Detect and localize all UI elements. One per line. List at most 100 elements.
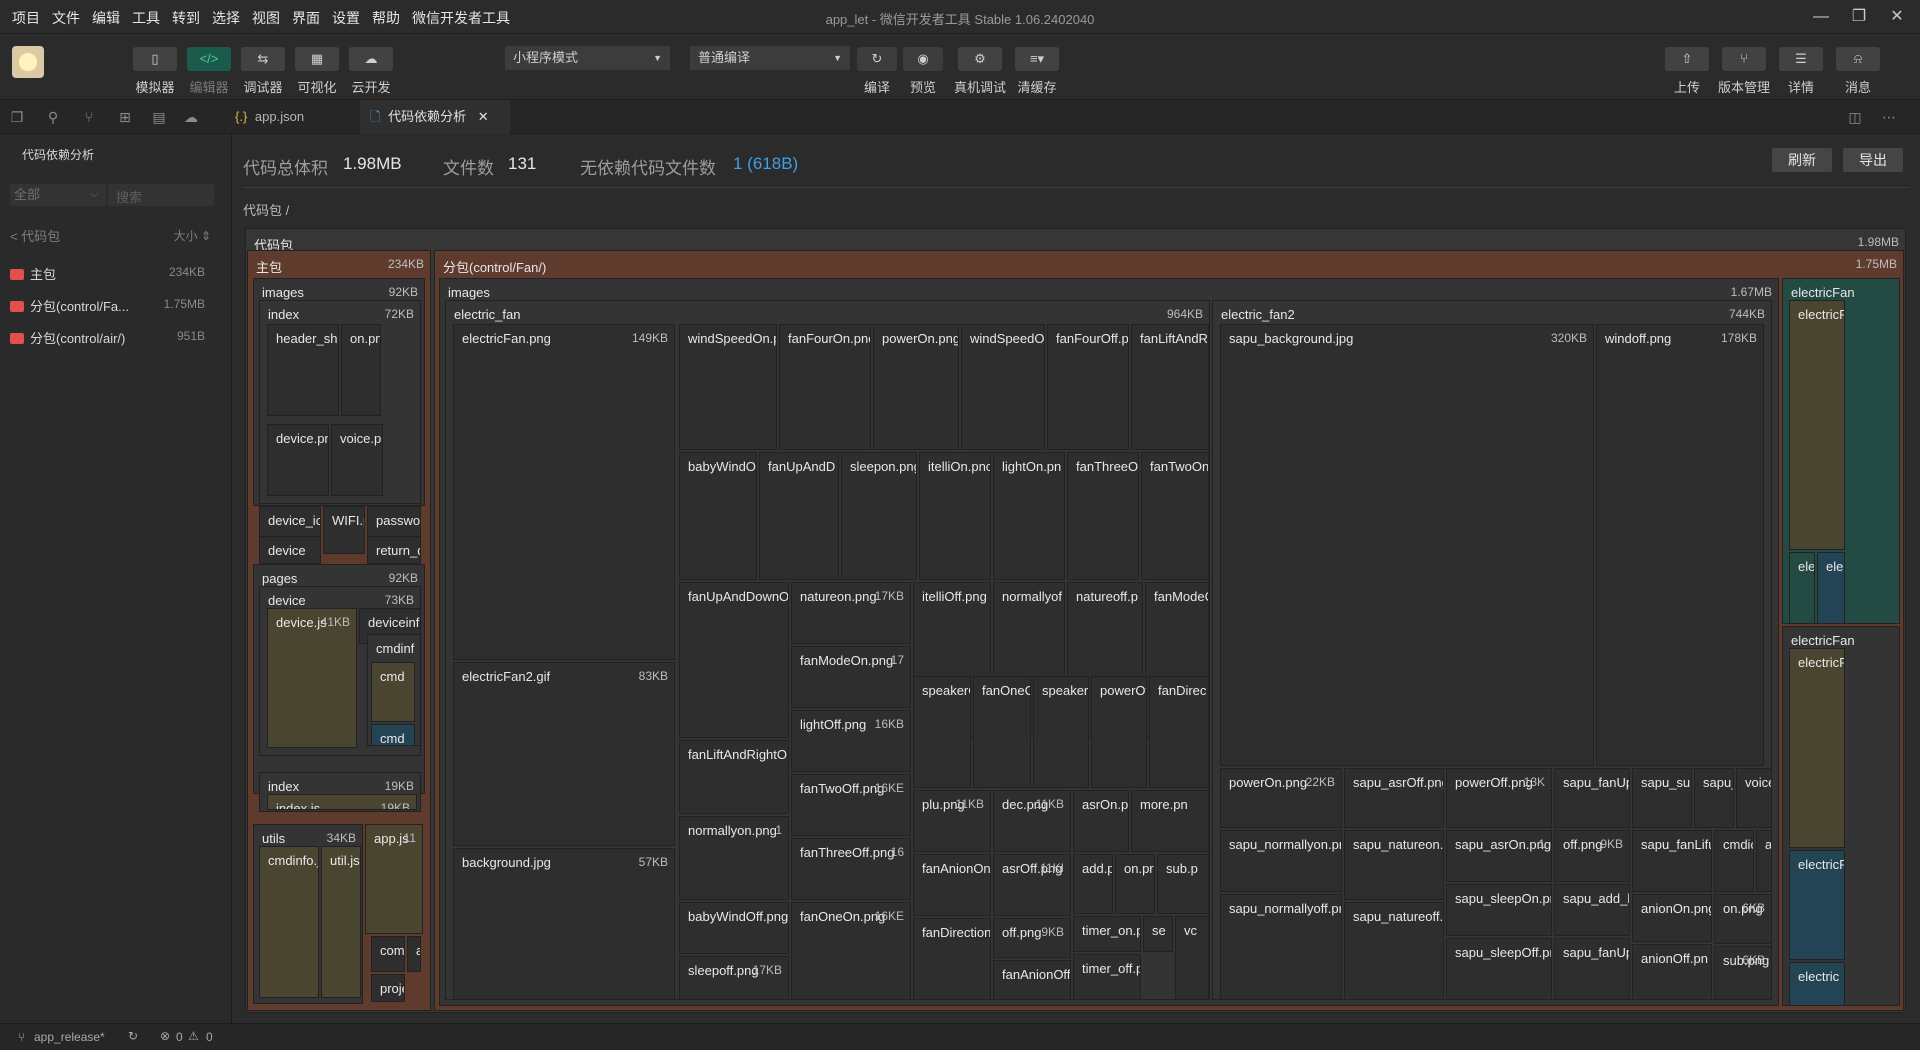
treemap-node[interactable]: sapu_su [1632, 768, 1692, 828]
menu-project[interactable]: 项目 [12, 8, 40, 28]
tab-code-dependency[interactable]: 🗋 代码依赖分析 ✕ [360, 100, 510, 134]
menu-select[interactable]: 选择 [212, 8, 240, 28]
treemap-node[interactable]: sapu_fanUp [1554, 938, 1630, 1000]
treemap-node[interactable]: add.p [1756, 830, 1772, 892]
treemap-node[interactable]: cmd [371, 724, 415, 746]
treemap-node[interactable]: fanAnionOn. [913, 854, 991, 916]
treemap-node[interactable]: lightOff.png 16KB [791, 710, 911, 772]
cloud-button[interactable]: ☁ [349, 47, 393, 71]
menu-edit[interactable]: 编辑 [92, 8, 120, 28]
treemap-node[interactable]: sapu_sleepOn.pn [1446, 884, 1552, 936]
treemap-node[interactable]: util.js [321, 846, 361, 998]
treemap-node[interactable]: anionOn.png [1632, 894, 1712, 942]
treemap-node[interactable]: asrOn.pn [1073, 790, 1129, 852]
git-icon[interactable]: ⑂ [80, 108, 98, 126]
treemap-node[interactable]: fanLiftAndRi [1131, 324, 1209, 450]
more-icon[interactable]: ⋯ [1880, 108, 1898, 126]
treemap-node[interactable]: device.png [267, 424, 329, 496]
treemap-node[interactable]: fanFourOn.pnc [779, 324, 871, 450]
save-icon[interactable]: ▤ [150, 108, 168, 126]
message-button[interactable]: ⍾ [1836, 47, 1880, 71]
version-button[interactable]: ⑂ [1722, 47, 1766, 71]
restore-icon[interactable]: ❐ [1844, 4, 1874, 30]
treemap-node[interactable]: fanModeOn.png 17 [791, 646, 911, 708]
treemap-node[interactable]: cmdicc [1714, 830, 1754, 892]
explorer-icon[interactable]: ❐ [8, 108, 26, 126]
menu-view[interactable]: 视图 [252, 8, 280, 28]
treemap-node[interactable]: windSpeedOn.p [679, 324, 777, 450]
treemap-node[interactable]: device.js 41KB [267, 608, 357, 748]
cloud-sync-icon[interactable]: ☁ [182, 108, 200, 126]
treemap-node[interactable]: WIFI.p [323, 506, 365, 554]
minimize-icon[interactable]: — [1806, 4, 1836, 30]
split-editor-icon[interactable]: ◫ [1846, 108, 1864, 126]
treemap-node[interactable]: asrOff.png 11KI [993, 854, 1071, 916]
sync-icon[interactable]: ↻ [128, 1029, 138, 1043]
sidebar-item-main-package[interactable]: 主包 [10, 264, 56, 283]
treemap-node[interactable]: fanDirection [913, 918, 991, 1000]
treemap-node[interactable]: sapu_fanUp [1554, 768, 1630, 828]
simulator-button[interactable]: ▯ [133, 47, 177, 71]
treemap-node[interactable]: elec [1789, 552, 1815, 624]
treemap-node[interactable]: timer_off.pr [1073, 954, 1141, 1000]
menu-tools[interactable]: 工具 [132, 8, 160, 28]
treemap-node[interactable]: powerOn.png 22KB [1220, 768, 1342, 828]
avatar[interactable] [12, 46, 44, 78]
treemap-node[interactable]: fanDirec [1149, 676, 1209, 788]
sidebar-item-subpackage-air[interactable]: 分包(control/air/) [10, 328, 125, 347]
treemap-node[interactable]: sapu_asrOff.png [1344, 768, 1444, 828]
treemap-node[interactable]: anionOff.pn [1632, 944, 1712, 1000]
treemap-node[interactable]: device [259, 536, 321, 564]
sidebar-item-subpackage-fan[interactable]: 分包(control/Fa... [10, 296, 129, 315]
treemap-node[interactable]: sapu_fai [1694, 768, 1734, 828]
treemap-node[interactable]: sapu_normallyoff.pr [1220, 894, 1342, 1000]
menu-help[interactable]: 帮助 [372, 8, 400, 28]
menu-wechat-devtools[interactable]: 微信开发者工具 [412, 8, 510, 28]
treemap-node[interactable]: sapu_sleepOff.pn [1446, 938, 1552, 1000]
menu-file[interactable]: 文件 [52, 8, 80, 28]
treemap-node[interactable]: sapu_normallyon.pr [1220, 830, 1342, 892]
refresh-button[interactable]: 刷新 [1772, 148, 1832, 172]
treemap-node[interactable]: natureon.png 17KB [791, 582, 911, 644]
treemap-node[interactable]: electricF [1789, 648, 1845, 848]
treemap-node[interactable]: index.js 19KB [267, 794, 417, 810]
search-icon[interactable]: ⚲ [44, 108, 62, 126]
treemap-node[interactable]: comp [371, 936, 405, 972]
no-dependency-value[interactable]: 1 (618B) [733, 154, 798, 174]
treemap-node[interactable]: sapu_asrOn.png 1 [1446, 830, 1552, 882]
breadcrumb[interactable]: 代码包 / [243, 200, 289, 219]
treemap-node[interactable]: on.png [341, 324, 381, 416]
export-button[interactable]: 导出 [1843, 148, 1903, 172]
upload-button[interactable]: ⇧ [1665, 47, 1709, 71]
close-icon[interactable]: ✕ [1882, 4, 1912, 30]
details-button[interactable]: ☰ [1779, 47, 1823, 71]
treemap-node[interactable]: voice.png [331, 424, 383, 496]
extensions-icon[interactable]: ⊞ [116, 108, 134, 126]
treemap-node[interactable]: cmdinfo.j [259, 846, 319, 998]
mode-dropdown[interactable]: 小程序模式 ▼ [505, 46, 670, 70]
treemap-node[interactable]: sub.png 6KB [1714, 946, 1772, 1000]
treemap-node[interactable]: on.pr [1115, 854, 1155, 914]
treemap-node[interactable]: se [1143, 916, 1173, 952]
treemap-node[interactable]: normallyon.png 1 [679, 816, 789, 900]
treemap-node[interactable]: fanUpAndD [759, 452, 839, 580]
compile-dropdown[interactable]: 普通编译 ▼ [690, 46, 850, 70]
treemap-node[interactable]: sleepoff.png 17KB [679, 956, 789, 1000]
treemap-node[interactable]: proje [371, 974, 405, 1002]
warning-icon[interactable]: ⚠ [188, 1029, 199, 1043]
treemap-node[interactable]: fanOneOn.png 16KE [791, 902, 911, 1000]
treemap-node[interactable]: powerOn.png [873, 324, 959, 450]
clear-cache-button[interactable]: ≡▾ [1015, 47, 1059, 71]
treemap-node[interactable]: app.js 11 [365, 824, 423, 934]
search-input[interactable]: 搜索 [108, 184, 214, 206]
treemap-node[interactable]: cmd [371, 662, 415, 722]
treemap-node[interactable]: itelliOn.pnc [919, 452, 991, 580]
treemap-node[interactable]: windoff.png 178KB [1596, 324, 1764, 766]
treemap-node[interactable]: background.jpg 57KB [453, 848, 675, 1000]
treemap-node[interactable]: return_d [367, 536, 421, 564]
treemap-node[interactable]: fanOneC [973, 676, 1031, 788]
treemap-node[interactable]: sapu_natureon.p [1344, 830, 1444, 900]
treemap-node[interactable]: speakerC [1033, 676, 1089, 788]
column-package-header[interactable]: < 代码包 [10, 226, 60, 245]
menu-settings[interactable]: 设置 [332, 8, 360, 28]
